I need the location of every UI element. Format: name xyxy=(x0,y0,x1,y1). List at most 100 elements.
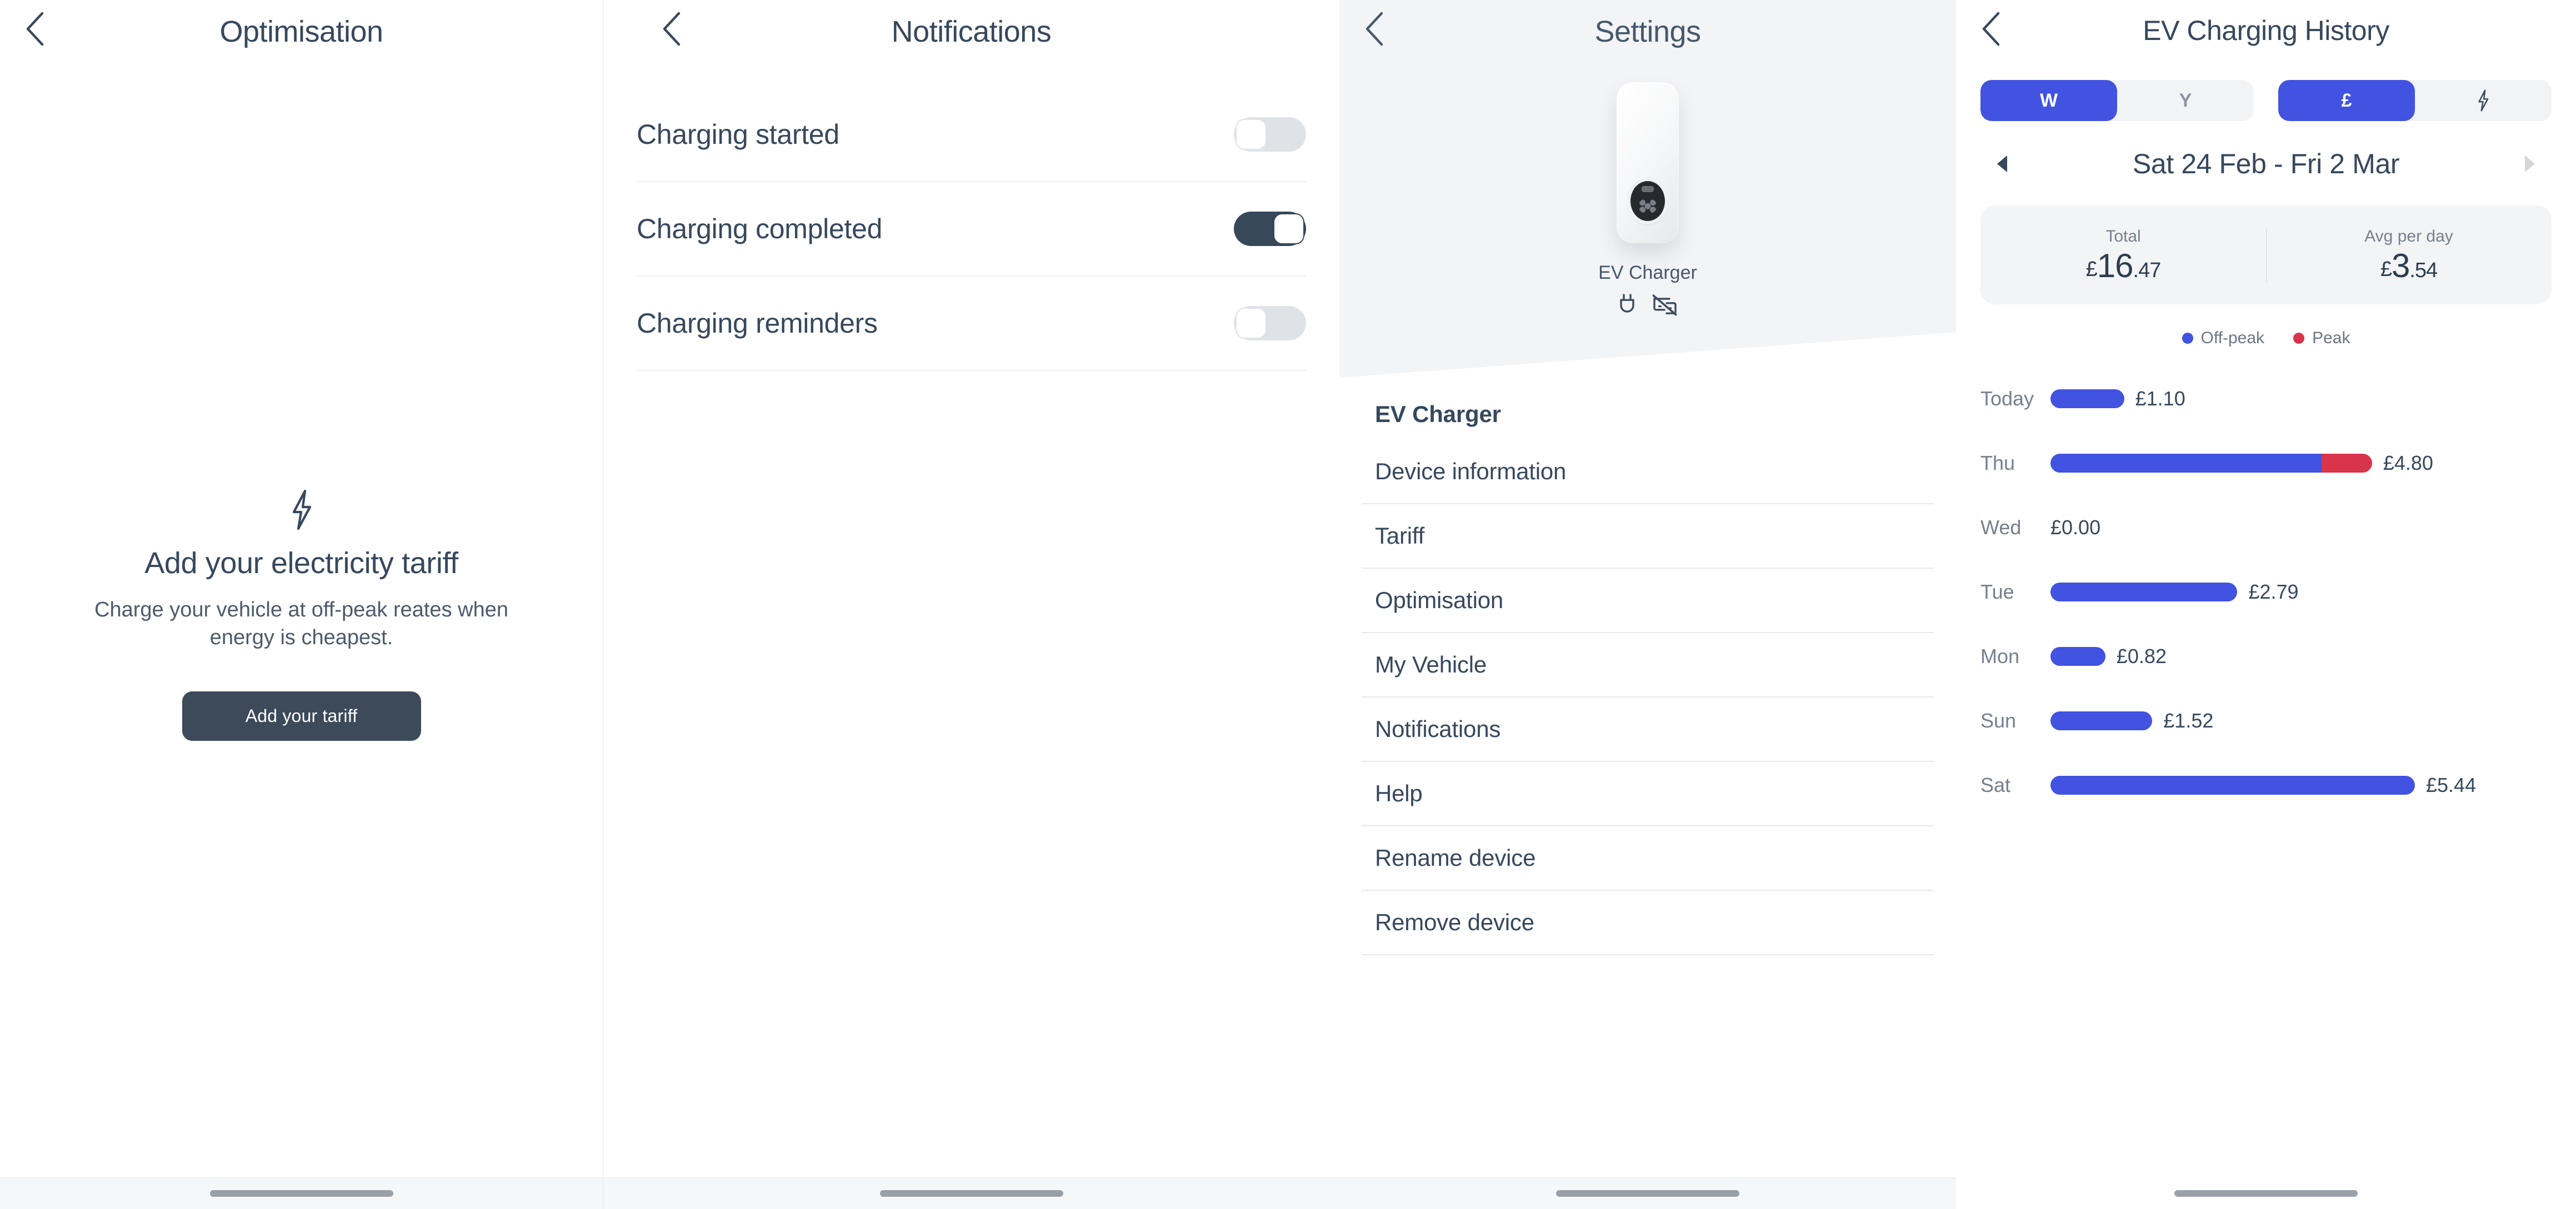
notification-settings-list: Charging started Charging completed Char… xyxy=(603,88,1339,371)
bar-value-label: £2.79 xyxy=(2248,580,2299,603)
value-whole: 16 xyxy=(2097,247,2134,284)
settings-group-header: EV Charger xyxy=(1375,401,1501,427)
settings-item-optimisation[interactable]: Optimisation xyxy=(1362,569,1934,632)
bar-value-label: £0.82 xyxy=(2116,645,2167,668)
ev-charger-device-image xyxy=(1617,82,1679,243)
screen-optimisation: Optimisation Add your electricity tariff… xyxy=(0,0,603,1209)
period-option-week[interactable]: W xyxy=(1980,80,2117,121)
add-tariff-button[interactable]: Add your tariff xyxy=(182,691,421,741)
toggle-knob xyxy=(1236,119,1267,150)
settings-item-tariff[interactable]: Tariff xyxy=(1362,504,1934,568)
settings-item-rename-device[interactable]: Rename device xyxy=(1362,826,1934,890)
bar-segment-off-peak xyxy=(2050,583,2238,601)
device-name-label: EV Charger xyxy=(1598,262,1697,283)
charging-history-bar-chart: Today £1.10 Thu £4.80 Wed £0.00 Tue £2.79 Mon £0.… xyxy=(1980,367,2552,817)
settings-navbar: Settings xyxy=(1339,0,1956,66)
bar-day-label: Sat xyxy=(1980,774,2011,796)
toggle-charging-completed[interactable] xyxy=(1234,212,1306,246)
toggle-knob xyxy=(1273,213,1304,244)
screen-notifications: Notifications Charging started Charging … xyxy=(603,0,1339,1209)
legend-item-off-peak: Off-peak xyxy=(2182,329,2265,348)
legend-item-peak: Peak xyxy=(2293,329,2350,348)
toggle-knob xyxy=(1236,308,1267,339)
bar-day-label: Thu xyxy=(1980,452,2015,474)
legend-label: Peak xyxy=(2312,329,2350,347)
date-range-nav: Sat 24 Feb - Fri 2 Mar xyxy=(1980,148,2552,180)
screen-ev-charging-history: EV Charging History W Y £ Sat 24 Feb - F… xyxy=(1956,0,2576,1209)
next-period-button[interactable] xyxy=(2515,149,2545,179)
settings-item-my-vehicle[interactable]: My Vehicle xyxy=(1362,633,1934,696)
bar xyxy=(2050,711,2153,730)
empty-state-subtitle: Charge your vehicle at off-peak reates w… xyxy=(94,598,508,650)
legend-label: Off-peak xyxy=(2200,329,2265,347)
plug-icon xyxy=(1620,294,1634,313)
settings-item-remove-device[interactable]: Remove device xyxy=(1362,891,1934,954)
toggle-charging-started[interactable] xyxy=(1234,117,1306,152)
bar-row: Wed £0.00 xyxy=(1980,495,2552,560)
device-status-icons xyxy=(1339,294,1956,316)
page-title: Settings xyxy=(1594,15,1701,48)
bar xyxy=(2050,776,2415,795)
home-indicator xyxy=(2174,1190,2358,1197)
bar-row: Mon £0.82 xyxy=(1980,624,2552,689)
settings-hero: Settings EV Charger xyxy=(1339,0,1956,378)
bar-value-label: £1.10 xyxy=(2135,387,2185,410)
total-cell: Total £16.47 xyxy=(1980,227,2266,283)
period-option-year[interactable]: Y xyxy=(2117,80,2254,121)
unit-option-cost[interactable]: £ xyxy=(2278,80,2415,121)
toggle-charging-reminders[interactable] xyxy=(1234,306,1306,340)
total-label: Total xyxy=(2105,227,2141,245)
triangle-right-icon xyxy=(2525,155,2535,172)
legend-swatch xyxy=(2182,333,2193,344)
history-body: W Y £ Sat 24 Feb - Fri 2 Mar Total £16.4… xyxy=(1956,80,2576,817)
settings-menu: EV Charger Device information Tariff Opt… xyxy=(1339,378,1956,955)
optimisation-navbar: Optimisation xyxy=(0,0,603,66)
bar-segment-peak xyxy=(2322,454,2372,473)
bar-segment-off-peak xyxy=(2050,711,2153,730)
bar-value-label: £5.44 xyxy=(2426,774,2477,796)
bar-track: £1.10 xyxy=(2050,387,2552,410)
page-title: Optimisation xyxy=(219,15,383,48)
bar-track: £2.79 xyxy=(2050,580,2552,604)
bar-row: Thu £4.80 xyxy=(1980,431,2552,495)
empty-state-title: Add your electricity tariff xyxy=(144,546,458,580)
settings-item-help[interactable]: Help xyxy=(1362,762,1934,825)
divider xyxy=(1362,954,1934,955)
bar xyxy=(2050,647,2105,666)
value-decimal: .54 xyxy=(2409,259,2438,282)
notification-row-charging-started: Charging started xyxy=(637,88,1306,182)
bar-segment-off-peak xyxy=(2050,454,2322,473)
settings-item-notifications[interactable]: Notifications xyxy=(1362,698,1934,761)
avg-label: Avg per day xyxy=(2364,227,2453,245)
unit-toggle: £ xyxy=(2278,80,2552,121)
notifications-navbar: Notifications xyxy=(603,0,1339,66)
legend-swatch xyxy=(2293,333,2305,344)
bar-day-label: Sun xyxy=(1980,709,2017,732)
notification-row-charging-completed: Charging completed xyxy=(637,182,1306,277)
bar-track: £4.80 xyxy=(2050,452,2552,475)
currency-symbol: £ xyxy=(2380,258,2392,281)
history-navbar: EV Charging History xyxy=(1956,0,2576,66)
bar-track: £0.00 xyxy=(2050,516,2552,539)
bar-day-label: Mon xyxy=(1980,645,2020,668)
unit-option-energy[interactable] xyxy=(2415,80,2552,121)
home-indicator xyxy=(209,1190,393,1197)
bar-day-label: Wed xyxy=(1980,516,2022,539)
prev-period-button[interactable] xyxy=(1987,149,2017,179)
bar-segment-off-peak xyxy=(2050,776,2415,795)
bar-segment-off-peak xyxy=(2050,389,2124,408)
bar-track: £5.44 xyxy=(2050,774,2552,797)
value-whole: 3 xyxy=(2391,247,2410,284)
bar-segment-off-peak xyxy=(2050,647,2105,666)
lightning-bolt-icon xyxy=(33,489,569,534)
bar xyxy=(2050,389,2124,408)
bar-row: Sat £5.44 xyxy=(1980,753,2552,817)
triangle-left-icon xyxy=(1997,155,2007,172)
avg-cell: Avg per day £3.54 xyxy=(2266,227,2552,283)
notification-label: Charging started xyxy=(637,119,839,150)
lightning-bolt-icon xyxy=(2478,89,2489,112)
bar-track: £0.82 xyxy=(2050,645,2552,668)
bar-track: £1.52 xyxy=(2050,709,2552,733)
total-value: £16.47 xyxy=(1980,249,2266,283)
settings-item-device-information[interactable]: Device information xyxy=(1362,440,1934,503)
